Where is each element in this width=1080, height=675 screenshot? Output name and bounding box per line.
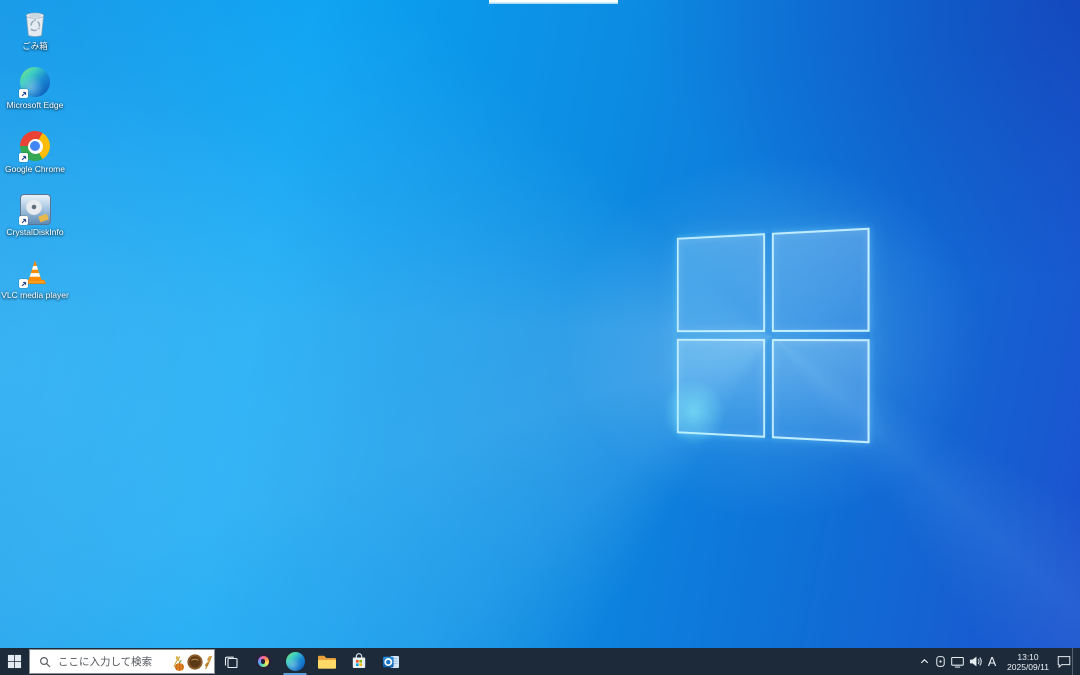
microsoft-edge-taskbar-button[interactable] xyxy=(279,648,311,675)
start-button[interactable] xyxy=(0,648,29,675)
windows-logo-pane xyxy=(676,233,766,333)
desktop-icon-label: CrystalDiskInfo xyxy=(6,227,64,237)
taskbar-search-box[interactable]: ここに入力して検索 xyxy=(29,649,215,674)
desktop-icon-microsoft-edge[interactable]: Microsoft Edge xyxy=(2,66,68,110)
action-center-button[interactable] xyxy=(1056,648,1072,675)
windows-logo-icon xyxy=(7,654,22,669)
desktop-icon-label: VLC media player xyxy=(1,290,69,300)
search-highlights-illustration[interactable] xyxy=(170,650,214,673)
desktop-icon-recycle-bin[interactable]: ごみ箱 xyxy=(2,7,68,51)
desktop-wallpaper xyxy=(0,0,1080,675)
crystaldiskinfo-icon xyxy=(19,193,51,225)
desktop-icon-label: ごみ箱 xyxy=(22,41,48,51)
network-button[interactable] xyxy=(948,648,966,675)
desktop-icon-google-chrome[interactable]: Google Chrome xyxy=(2,130,68,174)
copilot-button[interactable] xyxy=(247,648,279,675)
volume-button[interactable] xyxy=(966,648,984,675)
outlook-icon xyxy=(382,655,399,668)
shortcut-arrow-icon xyxy=(19,89,28,98)
clock-time: 13:10 xyxy=(1017,652,1039,662)
outlook-button[interactable] xyxy=(375,648,407,675)
ime-mode-indicator[interactable]: A xyxy=(984,648,1000,675)
windows-logo-pane xyxy=(771,339,870,444)
shortcut-arrow-icon xyxy=(19,153,28,162)
tray-app-icon xyxy=(935,656,945,667)
desktop-icon-vlc-media-player[interactable]: VLC media player xyxy=(1,256,69,300)
vlc-icon xyxy=(19,256,51,288)
task-view-icon xyxy=(224,656,238,668)
search-placeholder: ここに入力して検索 xyxy=(58,656,153,668)
microsoft-store-icon xyxy=(352,653,366,668)
show-desktop-button[interactable] xyxy=(1072,648,1080,675)
chevron-up-icon xyxy=(920,658,928,664)
taskbar-clock[interactable]: 13:10 2025/09/11 xyxy=(1000,651,1056,672)
taskbar: ここに入力して検索 A 13:10 2025/09/11 xyxy=(0,648,1080,675)
show-hidden-icons-button[interactable] xyxy=(916,648,932,675)
microsoft-edge-icon xyxy=(285,652,305,671)
windows-logo-pane xyxy=(676,338,766,438)
action-center-icon xyxy=(1057,656,1071,669)
desktop-icon-label: Microsoft Edge xyxy=(6,100,64,110)
task-view-button[interactable] xyxy=(215,648,247,675)
windows-logo-wallpaper xyxy=(676,227,870,444)
clock-date: 2025/09/11 xyxy=(1007,662,1049,672)
desktop-icon-crystaldiskinfo[interactable]: CrystalDiskInfo xyxy=(2,193,68,237)
google-chrome-icon xyxy=(19,130,51,162)
windows-logo-pane xyxy=(771,227,870,332)
windows-desktop: ごみ箱 Microsoft Edge Google Chrome Crystal… xyxy=(0,0,1080,675)
desktop-icon-label: Google Chrome xyxy=(4,164,65,174)
tray-app-button[interactable] xyxy=(932,648,948,675)
volume-icon xyxy=(969,656,982,667)
shortcut-arrow-icon xyxy=(19,279,28,288)
ethernet-network-icon xyxy=(950,656,964,668)
microsoft-edge-icon xyxy=(19,66,51,98)
shortcut-arrow-icon xyxy=(19,216,28,225)
system-tray: A 13:10 2025/09/11 xyxy=(916,648,1080,675)
search-icon xyxy=(39,656,51,668)
file-explorer-icon xyxy=(318,655,336,669)
hidden-window-edge[interactable] xyxy=(489,0,618,4)
microsoft-store-button[interactable] xyxy=(343,648,375,675)
copilot-icon xyxy=(254,653,272,670)
recycle-bin-icon xyxy=(19,7,51,39)
file-explorer-button[interactable] xyxy=(311,648,343,675)
